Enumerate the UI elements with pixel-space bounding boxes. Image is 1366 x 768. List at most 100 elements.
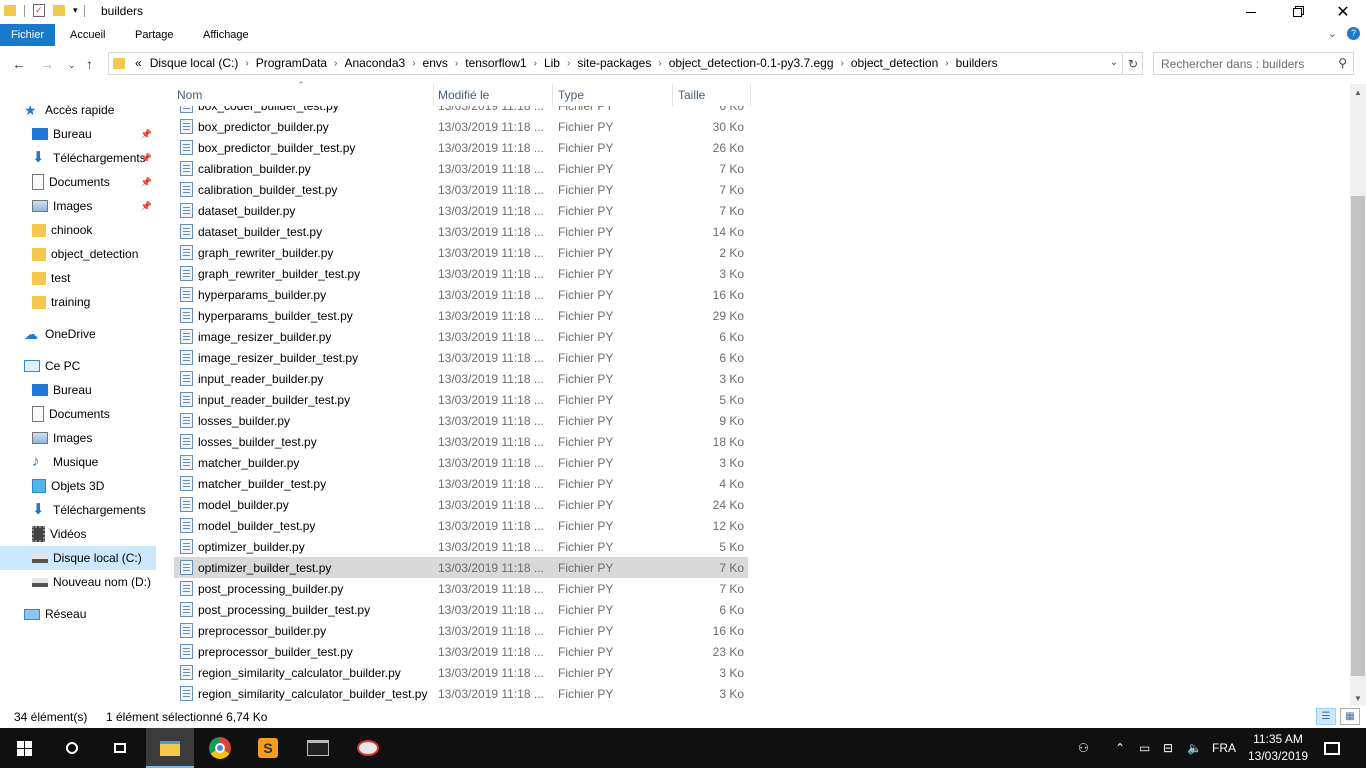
- file-explorer-taskbar-button[interactable]: [146, 728, 194, 768]
- tab-share[interactable]: Partage: [124, 24, 185, 46]
- file-row[interactable]: graph_rewriter_builder.py 13/03/2019 11:1…: [174, 242, 748, 263]
- tab-home[interactable]: Accueil: [59, 24, 116, 46]
- maximize-button[interactable]: [1274, 0, 1320, 24]
- file-row[interactable]: losses_builder.py 13/03/2019 11:18 ... Fic…: [174, 410, 748, 431]
- breadcrumb-item[interactable]: site-packages: [573, 56, 655, 70]
- nav-network[interactable]: Réseau: [0, 602, 156, 626]
- file-row[interactable]: calibration_builder_test.py 13/03/2019 11…: [174, 179, 748, 200]
- file-row[interactable]: preprocessor_builder.py 13/03/2019 11:18 …: [174, 620, 748, 641]
- chrome-taskbar-button[interactable]: [196, 728, 244, 768]
- breadcrumb-overflow[interactable]: «: [131, 56, 146, 70]
- nav-pc-desktop[interactable]: Bureau: [0, 378, 156, 402]
- column-name[interactable]: Nom: [177, 88, 202, 102]
- nav-pc-local-disk-c[interactable]: Disque local (C:): [0, 546, 156, 570]
- breadcrumb-item[interactable]: tensorflow1: [461, 56, 530, 70]
- file-row[interactable]: image_resizer_builder.py 13/03/2019 11:18…: [174, 326, 748, 347]
- help-icon[interactable]: ?: [1347, 27, 1360, 40]
- file-row[interactable]: image_resizer_builder_test.py 13/03/2019 …: [174, 347, 748, 368]
- column-divider[interactable]: [552, 84, 553, 106]
- file-row[interactable]: post_processing_builder_test.py 13/03/201…: [174, 599, 748, 620]
- file-row[interactable]: model_builder.py 13/03/2019 11:18 ... Fich…: [174, 494, 748, 515]
- file-row[interactable]: region_similarity_calculator_builder_tes…: [174, 683, 748, 704]
- start-button[interactable]: [0, 728, 48, 768]
- language-indicator[interactable]: FRA: [1212, 728, 1236, 768]
- file-row[interactable]: preprocessor_builder_test.py 13/03/2019 1…: [174, 641, 748, 662]
- nav-pc-3d-objects[interactable]: Objets 3D: [0, 474, 156, 498]
- large-icons-view-button[interactable]: ▦: [1340, 708, 1360, 725]
- nav-pc-videos[interactable]: Vidéos: [0, 522, 156, 546]
- breadcrumb-item[interactable]: Anaconda3: [340, 56, 409, 70]
- address-history-icon[interactable]: ⌄: [1110, 57, 1118, 68]
- breadcrumb-item[interactable]: object_detection: [847, 56, 942, 70]
- up-button[interactable]: ↑: [86, 56, 93, 72]
- file-row[interactable]: box_coder_builder_test.py 13/03/2019 11:1…: [174, 106, 748, 116]
- scroll-up-icon[interactable]: ▲: [1350, 84, 1366, 100]
- file-row[interactable]: input_reader_builder_test.py 13/03/2019 1…: [174, 389, 748, 410]
- file-row[interactable]: region_similarity_calculator_builder.py 1…: [174, 662, 748, 683]
- app-taskbar-button[interactable]: [344, 728, 392, 768]
- nav-item-chinook[interactable]: chinook: [0, 218, 156, 242]
- nav-item-object-detection[interactable]: object_detection: [0, 242, 156, 266]
- refresh-button[interactable]: ↻: [1124, 52, 1143, 75]
- breadcrumb-item[interactable]: builders: [952, 56, 1002, 70]
- file-row[interactable]: box_predictor_builder_test.py 13/03/2019 …: [174, 137, 748, 158]
- task-view-button[interactable]: [96, 728, 144, 768]
- expand-ribbon-icon[interactable]: ⌄: [1328, 27, 1337, 40]
- nav-pc-music[interactable]: ♪ Musique: [0, 450, 156, 474]
- close-button[interactable]: ✕: [1320, 0, 1366, 24]
- nav-quick-access[interactable]: ★ Accès rapide: [24, 98, 156, 122]
- clock[interactable]: 11:35 AM 13/03/2019: [1238, 731, 1318, 765]
- nav-this-pc[interactable]: Ce PC: [0, 354, 156, 378]
- details-view-button[interactable]: ☰: [1316, 708, 1336, 725]
- file-row[interactable]: hyperparams_builder_test.py 13/03/2019 11…: [174, 305, 748, 326]
- nav-item-desktop[interactable]: Bureau 📌: [0, 122, 156, 146]
- address-bar[interactable]: « Disque local (C:) › ProgramData › Anacon…: [108, 52, 1123, 75]
- column-divider[interactable]: [750, 84, 751, 106]
- scrollbar-thumb[interactable]: [1351, 196, 1365, 676]
- terminal-taskbar-button[interactable]: [294, 728, 342, 768]
- column-modified[interactable]: Modifié le: [438, 88, 489, 102]
- nav-item-test[interactable]: test: [0, 266, 156, 290]
- nav-onedrive[interactable]: ☁ OneDrive: [0, 322, 156, 346]
- volume-icon[interactable]: 🔈: [1187, 728, 1202, 768]
- file-row[interactable]: box_predictor_builder.py 13/03/2019 11:18…: [174, 116, 748, 137]
- properties-icon[interactable]: ✓: [33, 4, 45, 17]
- vertical-scrollbar[interactable]: ▲ ▼: [1350, 84, 1366, 706]
- people-icon[interactable]: ⚇: [1078, 728, 1089, 768]
- file-row[interactable]: hyperparams_builder.py 13/03/2019 11:18 .…: [174, 284, 748, 305]
- search-input[interactable]: Rechercher dans : builders ⚲: [1153, 52, 1354, 75]
- tab-view[interactable]: Affichage: [192, 24, 260, 46]
- nav-pc-pictures[interactable]: Images: [0, 426, 156, 450]
- tab-file[interactable]: Fichier: [0, 24, 56, 46]
- show-hidden-icons-icon[interactable]: ⌃: [1115, 728, 1125, 768]
- scroll-down-icon[interactable]: ▼: [1350, 690, 1366, 706]
- file-row[interactable]: matcher_builder.py 13/03/2019 11:18 ... Fi…: [174, 452, 748, 473]
- recent-locations-button[interactable]: ⌄: [68, 60, 76, 71]
- breadcrumb-item[interactable]: ProgramData: [252, 56, 331, 70]
- action-center-icon[interactable]: [1324, 728, 1340, 768]
- minimize-button[interactable]: [1228, 0, 1274, 24]
- new-folder-icon[interactable]: [53, 5, 65, 16]
- nav-pc-drive-d[interactable]: Nouveau nom (D:): [0, 570, 156, 594]
- breadcrumb-item[interactable]: Disque local (C:): [146, 56, 243, 70]
- customize-toolbar-icon[interactable]: ▾: [73, 5, 78, 16]
- nav-pc-downloads[interactable]: ⬇ Téléchargements: [0, 498, 156, 522]
- breadcrumb-item[interactable]: envs: [419, 56, 452, 70]
- column-size[interactable]: Taille: [678, 88, 705, 102]
- sublime-text-taskbar-button[interactable]: S: [244, 728, 292, 768]
- file-row[interactable]: post_processing_builder.py 13/03/2019 11:…: [174, 578, 748, 599]
- nav-item-downloads[interactable]: ⬇ Téléchargements 📌: [0, 146, 156, 170]
- nav-pc-documents[interactable]: Documents: [0, 402, 156, 426]
- back-button[interactable]: ←: [12, 56, 26, 72]
- column-divider[interactable]: [672, 84, 673, 106]
- file-row[interactable]: optimizer_builder_test.py 13/03/2019 11:1…: [174, 557, 748, 578]
- nav-item-documents[interactable]: Documents 📌: [0, 170, 156, 194]
- file-row[interactable]: dataset_builder_test.py 13/03/2019 11:18 …: [174, 221, 748, 242]
- column-type[interactable]: Type: [558, 88, 584, 102]
- nav-item-training[interactable]: training: [0, 290, 156, 314]
- nav-item-pictures[interactable]: Images 📌: [0, 194, 156, 218]
- file-row[interactable]: losses_builder_test.py 13/03/2019 11:18 .…: [174, 431, 748, 452]
- battery-icon[interactable]: ▭: [1139, 728, 1150, 768]
- file-row[interactable]: matcher_builder_test.py 13/03/2019 11:18 …: [174, 473, 748, 494]
- breadcrumb-item[interactable]: Lib: [540, 56, 564, 70]
